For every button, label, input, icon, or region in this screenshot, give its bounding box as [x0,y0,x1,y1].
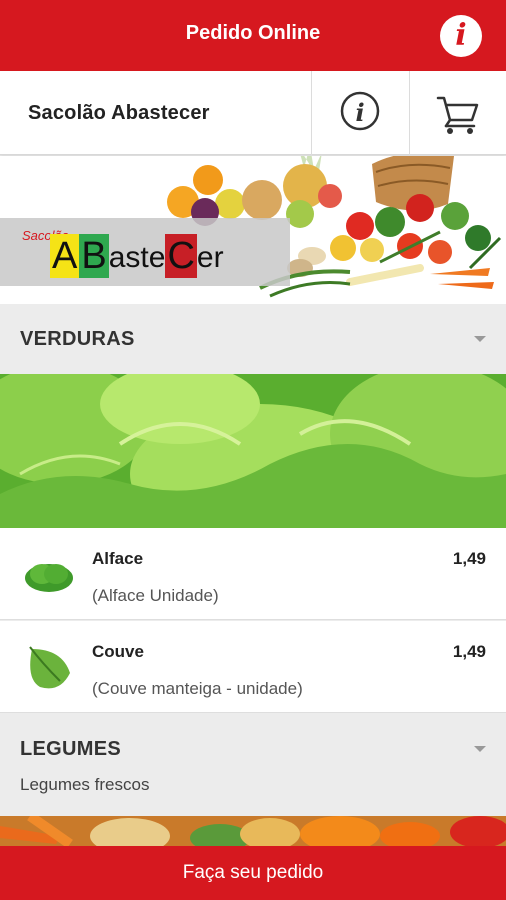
logo-letter: A [50,234,80,278]
info-button[interactable]: i [440,15,482,57]
app-bar: Pedido Online i [0,0,506,71]
logo-letter: B [79,234,109,278]
product-description: (Alface Unidade) [92,586,219,605]
product-name: Alface [92,549,144,568]
vegetables-photo [0,816,506,846]
shopping-cart-icon [436,96,479,134]
legumes-photo [0,816,506,846]
place-order-button[interactable]: Faça seu pedido [0,862,506,884]
app-title: Pedido Online [185,22,321,44]
logo-letter: er [196,241,224,274]
section-header-legumes[interactable]: LEGUMES Legumes frescos [0,714,506,816]
cart-button[interactable] [410,71,506,155]
chevron-down-icon [474,746,486,752]
product-item-alface[interactable]: Alface (Alface Unidade) 1,49 [0,528,506,620]
product-name: Couve [92,642,144,661]
product-item-couve[interactable]: Couve (Couve manteiga - unidade) 1,49 [0,621,506,713]
info-circle-icon: i [340,91,380,131]
section-title: LEGUMES [20,738,121,760]
section-title: VERDURAS [20,328,135,350]
store-info-button[interactable]: i [312,71,409,155]
kale-leaf-icon [29,646,70,689]
product-price: 1,49 [452,549,486,568]
store-banner: Sacolão A B aste C er [0,156,506,304]
verduras-photo [0,374,506,528]
chevron-down-icon [474,336,486,342]
product-description: (Couve manteiga - unidade) [92,679,303,698]
svg-text:i: i [355,98,364,127]
info-icon: i [455,18,467,53]
lettuce-icon [25,564,73,592]
logo-letter: aste [108,241,166,274]
store-header: Sacolão Abastecer i [0,71,506,155]
section-subtitle: Legumes frescos [20,775,150,794]
store-logo: A B aste C er [50,234,224,278]
place-order-bar[interactable]: Faça seu pedido [0,846,506,900]
logo-letter: C [165,234,197,278]
lettuce-photo [0,374,506,528]
product-price: 1,49 [452,642,486,661]
section-header-verduras[interactable]: VERDURAS [0,304,506,374]
store-name: Sacolão Abastecer [28,102,210,124]
